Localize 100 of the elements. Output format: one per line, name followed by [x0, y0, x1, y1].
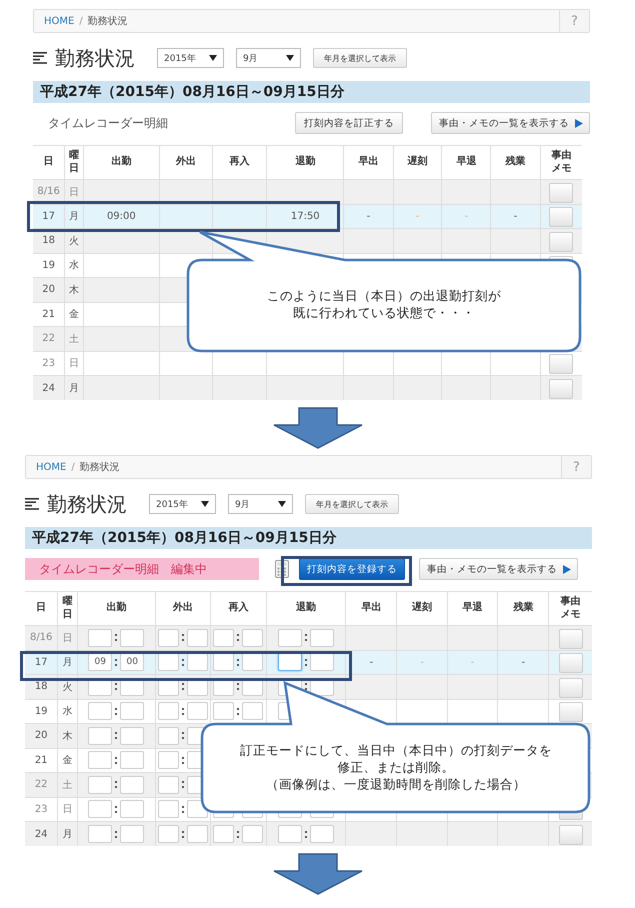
time-separator — [305, 830, 308, 838]
time-field[interactable] — [186, 825, 208, 843]
section-label: タイムレコーダー明細 編集中 — [25, 558, 259, 580]
time-field[interactable] — [278, 653, 302, 672]
month-select[interactable]: 9月 — [228, 494, 293, 514]
weekday: 日 — [62, 632, 72, 644]
show-button[interactable]: 年月を選択して表示 — [305, 494, 399, 514]
time-field[interactable] — [213, 702, 234, 720]
time-separator — [115, 634, 118, 642]
time-separator — [237, 683, 240, 690]
day-number: 17 — [34, 656, 48, 668]
time-field[interactable] — [242, 653, 264, 672]
time-field[interactable] — [158, 800, 179, 818]
memo-button[interactable] — [549, 207, 574, 228]
list-lines-icon — [25, 498, 39, 510]
time-field[interactable] — [88, 702, 112, 720]
time-field[interactable] — [213, 653, 234, 672]
column-header: 出勤 — [111, 156, 132, 168]
time-field[interactable] — [186, 702, 208, 720]
weekday: 火 — [62, 682, 72, 693]
time-field[interactable] — [213, 825, 234, 843]
time-separator — [237, 658, 240, 666]
time-field[interactable] — [158, 653, 179, 672]
weekday: 月 — [69, 383, 80, 394]
list-button[interactable]: 事由・メモの一覧を表示する — [419, 558, 578, 580]
weekday: 日 — [69, 186, 80, 198]
breadcrumb-current: 勤務状況 — [80, 460, 120, 474]
time-field[interactable] — [158, 776, 179, 794]
column-header: 残業 — [506, 156, 526, 168]
year-select[interactable]: 2015年 — [149, 494, 216, 514]
time-field[interactable] — [278, 628, 302, 647]
memo-button[interactable] — [549, 232, 574, 252]
time-field[interactable] — [120, 726, 144, 745]
weekday: 木 — [62, 730, 72, 742]
callout-text: このように当日（本日）の出退勤打刻が 既に行われている状態で・・・ — [267, 288, 501, 322]
time-field[interactable]: 09 — [88, 653, 112, 672]
time-separator — [182, 830, 184, 838]
memo-button[interactable] — [558, 825, 583, 845]
time-field[interactable] — [242, 702, 264, 720]
time-field[interactable]: 00 — [120, 653, 144, 672]
column-header: 日 — [44, 156, 54, 168]
time-field[interactable] — [120, 702, 144, 720]
time-field[interactable] — [120, 800, 144, 818]
memo-button[interactable] — [558, 678, 583, 698]
day-number: 22 — [42, 333, 56, 344]
time-separator — [115, 658, 118, 666]
table-cell: - — [470, 656, 474, 668]
time-field[interactable] — [120, 776, 144, 794]
time-field[interactable] — [158, 825, 179, 843]
day-number: 17 — [42, 210, 56, 222]
time-field[interactable] — [310, 653, 334, 672]
column-header: 退勤 — [296, 602, 316, 614]
year-select[interactable]: 2015年 — [157, 48, 224, 68]
time-field[interactable] — [158, 751, 179, 770]
memo-button[interactable] — [558, 702, 583, 722]
time-field[interactable] — [88, 800, 112, 818]
home-link[interactable]: HOME — [36, 462, 66, 472]
home-link[interactable]: HOME — [44, 16, 74, 26]
time-field[interactable] — [120, 825, 144, 843]
time-separator — [182, 756, 184, 764]
day-number: 18 — [42, 235, 56, 246]
breadcrumb-separator: / — [71, 462, 75, 472]
time-field[interactable] — [278, 825, 302, 843]
memo-button[interactable] — [549, 379, 574, 399]
time-field[interactable] — [242, 628, 264, 647]
memo-button[interactable] — [558, 653, 583, 674]
time-field[interactable] — [310, 628, 334, 647]
table-cell: 09:00 — [106, 210, 136, 222]
time-field[interactable] — [88, 776, 112, 794]
time-field[interactable] — [88, 726, 112, 745]
time-field[interactable] — [186, 653, 208, 672]
time-field[interactable] — [120, 628, 144, 647]
column-header: 再入 — [228, 602, 248, 614]
time-field[interactable] — [158, 702, 179, 720]
action-button[interactable]: 打刻内容を訂正する — [295, 112, 403, 134]
memo-button[interactable] — [558, 628, 583, 649]
time-field[interactable] — [186, 628, 208, 647]
time-field[interactable] — [88, 825, 112, 843]
time-separator — [305, 658, 308, 666]
month-select[interactable]: 9月 — [236, 48, 301, 68]
day-number: 8/16 — [37, 186, 60, 198]
column-header: 曜日 — [69, 150, 80, 175]
time-field[interactable] — [242, 825, 264, 843]
time-separator — [115, 806, 118, 813]
time-field[interactable] — [120, 751, 144, 770]
time-field[interactable] — [158, 628, 179, 647]
memo-button[interactable] — [549, 182, 574, 203]
time-field[interactable] — [158, 726, 179, 745]
time-field[interactable] — [310, 825, 334, 843]
time-field[interactable] — [88, 628, 112, 647]
list-button[interactable]: 事由・メモの一覧を表示する — [431, 112, 590, 134]
time-field[interactable] — [213, 628, 234, 647]
action-button[interactable]: 打刻内容を登録する — [299, 558, 405, 580]
weekday: 木 — [69, 284, 80, 296]
table-cell: - — [514, 210, 518, 222]
day-number: 21 — [34, 754, 48, 766]
memo-button[interactable] — [549, 354, 574, 374]
time-field[interactable] — [88, 751, 112, 770]
time-separator — [182, 683, 184, 690]
show-button[interactable]: 年月を選択して表示 — [313, 48, 407, 68]
